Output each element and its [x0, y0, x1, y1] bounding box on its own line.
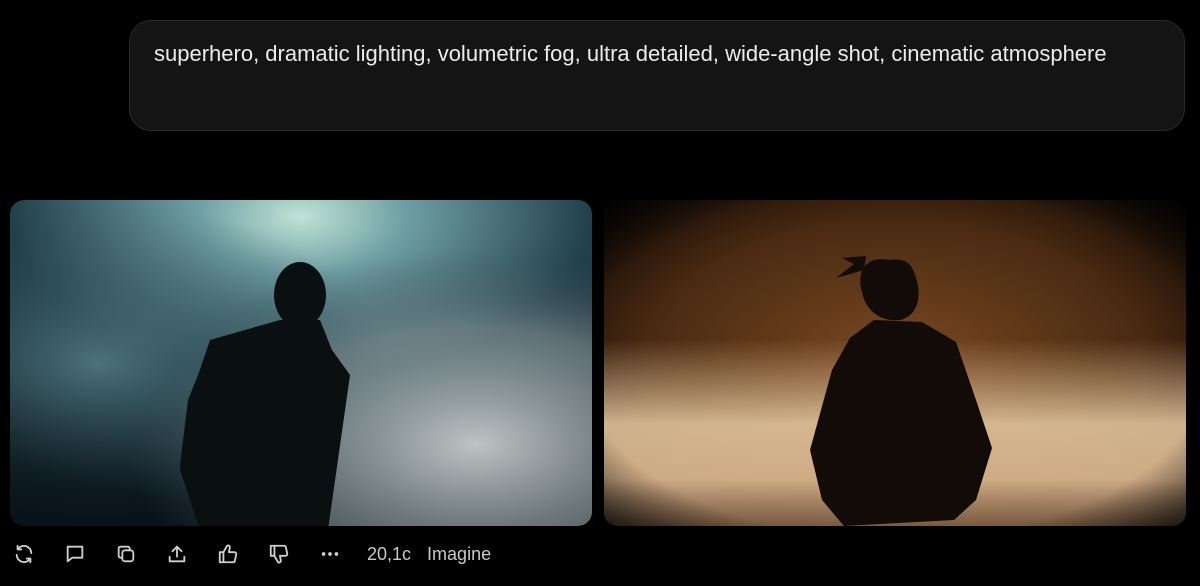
share-button[interactable] [163, 540, 191, 568]
generation-time-label: 20,1c [367, 543, 412, 564]
more-options-button[interactable] [316, 540, 344, 568]
chat-page: superhero, dramatic lighting, volumetric… [0, 0, 1200, 586]
comment-button[interactable] [61, 540, 89, 568]
amber-silhouette-image [604, 200, 1186, 526]
share-icon [168, 545, 186, 563]
more-icon [321, 552, 339, 556]
thumbs-down-icon [269, 544, 289, 564]
comment-icon [66, 545, 84, 563]
copy-icon [117, 545, 135, 563]
user-prompt-bubble: superhero, dramatic lighting, volumetric… [129, 20, 1185, 131]
thumbs-up-button[interactable] [214, 540, 242, 568]
model-label: Imagine [427, 543, 492, 564]
teal-silhouette-image [10, 200, 592, 526]
generated-image-1[interactable] [10, 200, 592, 526]
copy-button[interactable] [112, 540, 140, 568]
regenerate-button[interactable] [10, 540, 38, 568]
generated-image-2[interactable] [604, 200, 1186, 526]
thumbs-up-icon [218, 544, 238, 564]
user-prompt-text: superhero, dramatic lighting, volumetric… [154, 41, 1107, 66]
regenerate-icon [15, 544, 33, 564]
image-action-toolbar: 20,1c Imagine [10, 540, 507, 568]
thumbs-down-button[interactable] [265, 540, 293, 568]
